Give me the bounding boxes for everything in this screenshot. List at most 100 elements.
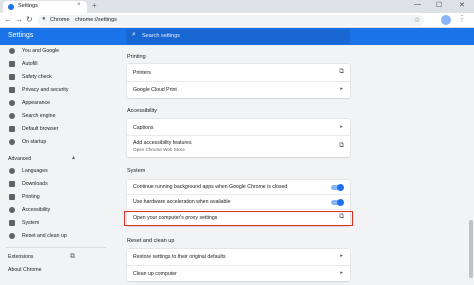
address-bar[interactable]: ● Chrome chrome://settings ☆ — [38, 15, 424, 26]
google-cloud-print-label: Google Cloud Print — [133, 87, 177, 93]
maximize-icon[interactable]: ☐ — [436, 1, 442, 9]
sidebar-item-system[interactable]: System — [0, 218, 110, 230]
google-cloud-print-row[interactable]: Google Cloud Print ▸ — [127, 81, 350, 98]
background-apps-label: Continue running background apps when Go… — [133, 184, 288, 190]
clean-up-computer-row[interactable]: Clean up computer ▸ — [127, 265, 350, 281]
sidebar-item-label: Languages — [22, 168, 48, 174]
browser-icon — [9, 126, 15, 132]
arrow-right-icon: ▸ — [340, 253, 343, 259]
sidebar-item-privacy[interactable]: Privacy and security — [0, 85, 110, 97]
sidebar-item-appearance[interactable]: Appearance — [0, 98, 110, 110]
chevron-up-icon[interactable]: ▴ — [72, 154, 75, 161]
restore-defaults-label: Restore settings to their original defau… — [133, 254, 226, 260]
tab-settings[interactable]: Settings × — [3, 1, 87, 13]
sidebar-item-extensions[interactable]: Extensions — [8, 254, 33, 260]
sidebar-item-label: Privacy and security — [22, 87, 69, 93]
browser-toolbar: ← → ↻ ● Chrome chrome://settings ☆ ⋮ — [0, 13, 474, 28]
search-engine-icon — [9, 113, 15, 119]
tab-close-icon[interactable]: × — [77, 2, 81, 8]
menu-icon[interactable]: ⋮ — [458, 14, 466, 23]
settings-header: Settings ⌕ Search settings — [0, 28, 474, 45]
person-icon — [9, 48, 15, 54]
sidebar-item-downloads[interactable]: Downloads — [0, 179, 110, 191]
new-tab-button[interactable]: + — [92, 1, 97, 10]
clean-up-computer-label: Clean up computer — [133, 271, 177, 277]
sidebar-item-label: Downloads — [22, 181, 48, 187]
sidebar-item-label: System — [22, 220, 40, 226]
sidebar-item-label: On startup — [22, 139, 47, 145]
restore-defaults-row[interactable]: Restore settings to their original defau… — [127, 249, 350, 265]
settings-favicon-icon — [8, 4, 14, 10]
search-icon: ⌕ — [132, 31, 136, 38]
external-link-icon: ⧉ — [339, 142, 344, 149]
search-input[interactable]: Search settings — [142, 33, 180, 39]
autofill-icon — [9, 61, 15, 67]
profile-avatar[interactable] — [441, 15, 451, 25]
download-icon — [9, 181, 15, 187]
printer-icon — [9, 194, 15, 200]
sidebar-item-label: You and Google — [22, 48, 60, 54]
search-settings-bar[interactable]: ⌕ Search settings — [126, 29, 350, 44]
sidebar-item-you-and-google[interactable]: You and Google — [0, 46, 110, 58]
sidebar-item-safety-check[interactable]: Safety check — [0, 72, 110, 84]
tab-strip: Settings × + — ☐ ✕ — [0, 0, 474, 13]
arrow-right-icon: ▸ — [340, 124, 343, 130]
page-title: Settings — [8, 32, 34, 39]
hardware-acceleration-toggle[interactable] — [331, 198, 344, 206]
window-close-icon[interactable]: ✕ — [459, 1, 465, 9]
sidebar-item-label: Accessibility — [22, 207, 51, 213]
sidebar: You and Google Autofill Safety check Pri… — [0, 45, 110, 285]
shield-icon — [9, 74, 15, 80]
minimize-icon[interactable]: — — [414, 1, 421, 8]
bookmark-star-icon[interactable]: ☆ — [414, 16, 420, 24]
wrench-icon — [9, 220, 15, 226]
sidebar-item-accessibility[interactable]: Accessibility — [0, 205, 110, 217]
add-features-label: Add accessibility features — [133, 140, 192, 146]
tab-title: Settings — [18, 3, 38, 9]
forward-icon[interactable]: → — [15, 15, 23, 24]
sidebar-item-label: Appearance — [22, 100, 50, 106]
accessibility-card: Captions ▸ Add accessibility features Op… — [127, 119, 350, 157]
sidebar-item-default-browser[interactable]: Default browser — [0, 124, 110, 136]
power-icon — [9, 139, 15, 145]
globe-icon — [9, 168, 15, 174]
sidebar-item-autofill[interactable]: Autofill — [0, 59, 110, 71]
reload-icon[interactable]: ↻ — [26, 15, 33, 24]
printers-row[interactable]: Printers ⧉ — [127, 64, 350, 81]
omnibox-chrome-label: Chrome — [50, 17, 70, 23]
printing-card: Printers ⧉ Google Cloud Print ▸ — [127, 64, 350, 98]
proxy-highlight-box — [124, 211, 353, 226]
sidebar-item-search-engine[interactable]: Search engine — [0, 111, 110, 123]
palette-icon — [9, 100, 15, 106]
hardware-acceleration-row[interactable]: Use hardware acceleration when available — [127, 194, 350, 209]
add-features-sublabel: Open Chrome Web Store — [133, 147, 185, 152]
background-apps-toggle[interactable] — [331, 183, 344, 191]
reset-card: Restore settings to their original defau… — [127, 249, 350, 281]
sidebar-item-about-chrome[interactable]: About Chrome — [8, 267, 41, 273]
sidebar-item-label: Default browser — [22, 126, 59, 132]
add-accessibility-features-row[interactable]: Add accessibility features Open Chrome W… — [127, 135, 350, 157]
omnibox-url[interactable]: chrome://settings — [75, 17, 117, 23]
reset-icon — [9, 233, 15, 239]
captions-row[interactable]: Captions ▸ — [127, 119, 350, 135]
sidebar-item-label: Autofill — [22, 61, 38, 67]
sidebar-divider — [6, 247, 106, 248]
captions-label: Captions — [133, 125, 154, 131]
scrollbar-thumb[interactable] — [469, 220, 473, 278]
chrome-icon: ● — [42, 16, 46, 22]
background-apps-row[interactable]: Continue running background apps when Go… — [127, 180, 350, 194]
sidebar-item-label: Safety check — [22, 74, 52, 80]
sidebar-item-on-startup[interactable]: On startup — [0, 137, 110, 149]
sidebar-item-label: Reset and clean up — [22, 233, 67, 239]
section-title-accessibility: Accessibility — [127, 108, 157, 114]
sidebar-item-label: Printing — [22, 194, 40, 200]
sidebar-item-languages[interactable]: Languages — [0, 166, 110, 178]
sidebar-item-reset[interactable]: Reset and clean up — [0, 231, 110, 243]
shield-lock-icon — [9, 87, 15, 93]
sidebar-advanced[interactable]: Advanced — [8, 156, 31, 162]
external-link-icon[interactable]: ⧉ — [70, 253, 75, 261]
arrow-right-icon: ▸ — [340, 86, 343, 92]
back-icon[interactable]: ← — [4, 15, 12, 24]
section-title-reset: Reset and clean up — [127, 238, 175, 244]
sidebar-item-printing[interactable]: Printing — [0, 192, 110, 204]
